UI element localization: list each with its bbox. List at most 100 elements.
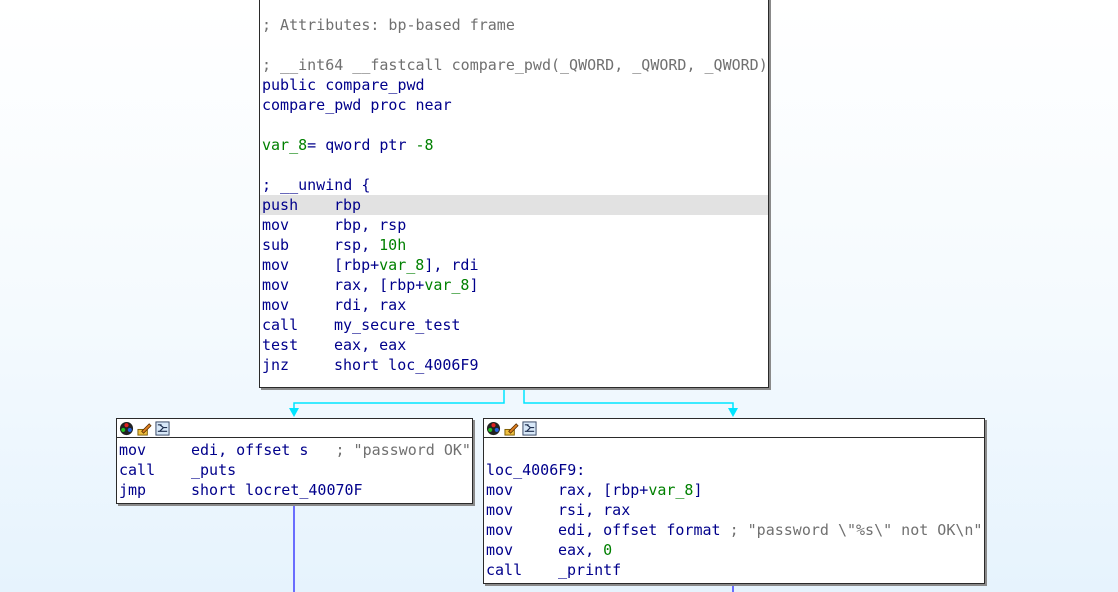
instruction-line[interactable]: sub rsp, 10h — [260, 235, 768, 255]
failure-code-block[interactable]: loc_4006F9: mov rax, [rbp+var_8] mov rsi, r… — [483, 418, 985, 584]
mnemonic: mov — [486, 501, 514, 519]
variable-type: = qword ptr — [307, 136, 416, 154]
graph-view-icon[interactable] — [522, 420, 537, 436]
comment-text: ; Attributes: bp-based frame — [262, 16, 515, 34]
comment-text: ; __int64 __fastcall compare_pwd(_QWORD,… — [262, 56, 768, 74]
success-block-lines: mov edi, offset s ; "password OK" call _put… — [117, 438, 472, 500]
declaration-line: ; __unwind { — [260, 175, 768, 195]
instruction-line[interactable]: mov [rbp+var_8], rdi — [260, 255, 768, 275]
operand: [rbp+ — [334, 256, 380, 274]
mnemonic: mov — [262, 216, 290, 234]
mnemonic: mov — [486, 481, 514, 499]
operand: rsi, rax — [558, 501, 631, 519]
operand: _puts — [191, 461, 237, 479]
palette-icon[interactable] — [486, 421, 501, 436]
instruction-line[interactable]: push rbp — [260, 195, 768, 215]
instruction-line[interactable]: mov edi, offset format ; "password \"%s\"… — [484, 520, 984, 540]
arrow-left-block — [289, 408, 299, 417]
mnemonic: sub — [262, 236, 290, 254]
operand: ] — [693, 481, 703, 499]
edit-icon[interactable] — [137, 421, 152, 436]
instruction-line[interactable]: mov rax, [rbp+var_8] — [260, 275, 768, 295]
mnemonic: mov — [486, 521, 514, 539]
main-code-block[interactable]: ; Attributes: bp-based frame ; __int64 __… — [259, 0, 769, 388]
main-block-lines: ; Attributes: bp-based frame ; __int64 __… — [260, 0, 768, 375]
instruction-line[interactable]: jmp short locret_40070F — [117, 480, 472, 500]
graph-view-icon[interactable] — [155, 420, 170, 436]
operand: edi, offset format — [558, 521, 730, 539]
instruction-line[interactable]: mov edi, offset s ; "password OK" — [117, 440, 472, 460]
palette-icon[interactable] — [119, 421, 134, 436]
arrow-right-block — [728, 408, 738, 417]
instruction-line[interactable]: jnz short loc_4006F9 — [260, 355, 768, 375]
string-comment: ; "password OK" — [335, 441, 471, 459]
mnemonic: jmp — [119, 481, 147, 499]
cyan-branch-edges — [293, 388, 734, 414]
operand: rbp — [334, 196, 362, 214]
operand: my_secure_test — [334, 316, 461, 334]
immediate-value: 0 — [603, 541, 613, 559]
success-code-block[interactable]: mov edi, offset s ; "password OK" call _put… — [116, 418, 473, 504]
declaration-line: compare_pwd proc near — [260, 95, 768, 115]
instruction-line[interactable]: call my_secure_test — [260, 315, 768, 335]
mnemonic: call — [486, 561, 523, 579]
block-header — [484, 419, 984, 438]
declaration-text: compare_pwd proc near — [262, 96, 452, 114]
operand: edi, offset s — [191, 441, 336, 459]
mnemonic: call — [119, 461, 156, 479]
operand: rax, [rbp+ — [334, 276, 425, 294]
mnemonic: call — [262, 316, 299, 334]
mnemonic: push — [262, 196, 299, 214]
edge-to-left-block[interactable] — [293, 388, 505, 414]
instruction-line[interactable]: call _puts — [117, 460, 472, 480]
immediate-value: 10h — [379, 236, 407, 254]
edge-to-right-block[interactable] — [523, 388, 734, 414]
mnemonic: mov — [262, 276, 290, 294]
operand: rdi, rax — [334, 296, 407, 314]
operand: ] — [469, 276, 479, 294]
variable-declaration: var_8= qword ptr -8 — [260, 135, 768, 155]
operand: rax, [rbp+ — [558, 481, 649, 499]
comment-line: ; Attributes: bp-based frame — [260, 15, 768, 35]
failure-block-lines: mov rax, [rbp+var_8] mov rsi, rax mov edi, of… — [484, 480, 984, 580]
mnemonic: test — [262, 336, 299, 354]
mnemonic: mov — [262, 296, 290, 314]
operand: eax, — [558, 541, 604, 559]
variable-ref[interactable]: var_8 — [379, 256, 424, 274]
instruction-line[interactable]: mov rdi, rax — [260, 295, 768, 315]
mnemonic: mov — [486, 541, 514, 559]
operand: short loc_4006F9 — [334, 356, 479, 374]
variable-name[interactable]: var_8 — [262, 136, 307, 154]
variable-ref[interactable]: var_8 — [424, 276, 469, 294]
string-comment: ; "password \"%s\" not OK\n" — [729, 521, 983, 539]
operand: rbp, rsp — [334, 216, 407, 234]
instruction-line[interactable]: call _printf — [484, 560, 984, 580]
mnemonic: jnz — [262, 356, 290, 374]
comment-line: ; __int64 __fastcall compare_pwd(_QWORD,… — [260, 55, 768, 75]
declaration-text: ; __unwind { — [262, 176, 371, 194]
block-header — [117, 419, 472, 438]
edit-icon[interactable] — [504, 421, 519, 436]
operand: rsp, — [334, 236, 380, 254]
mnemonic: mov — [262, 256, 290, 274]
declaration-line: public compare_pwd — [260, 75, 768, 95]
variable-offset: -8 — [415, 136, 434, 154]
instruction-line[interactable]: mov rbp, rsp — [260, 215, 768, 235]
location-label[interactable]: loc_4006F9: — [484, 460, 984, 480]
declaration-text: public compare_pwd — [262, 76, 425, 94]
instruction-line[interactable]: mov eax, 0 — [484, 540, 984, 560]
operand: _printf — [558, 561, 622, 579]
instruction-line[interactable]: mov rsi, rax — [484, 500, 984, 520]
mnemonic: mov — [119, 441, 147, 459]
operand: eax, eax — [334, 336, 407, 354]
instruction-line[interactable]: test eax, eax — [260, 335, 768, 355]
operand: ], rdi — [424, 256, 479, 274]
variable-ref[interactable]: var_8 — [648, 481, 693, 499]
operand: short locret_40070F — [191, 481, 363, 499]
instruction-line[interactable]: mov rax, [rbp+var_8] — [484, 480, 984, 500]
